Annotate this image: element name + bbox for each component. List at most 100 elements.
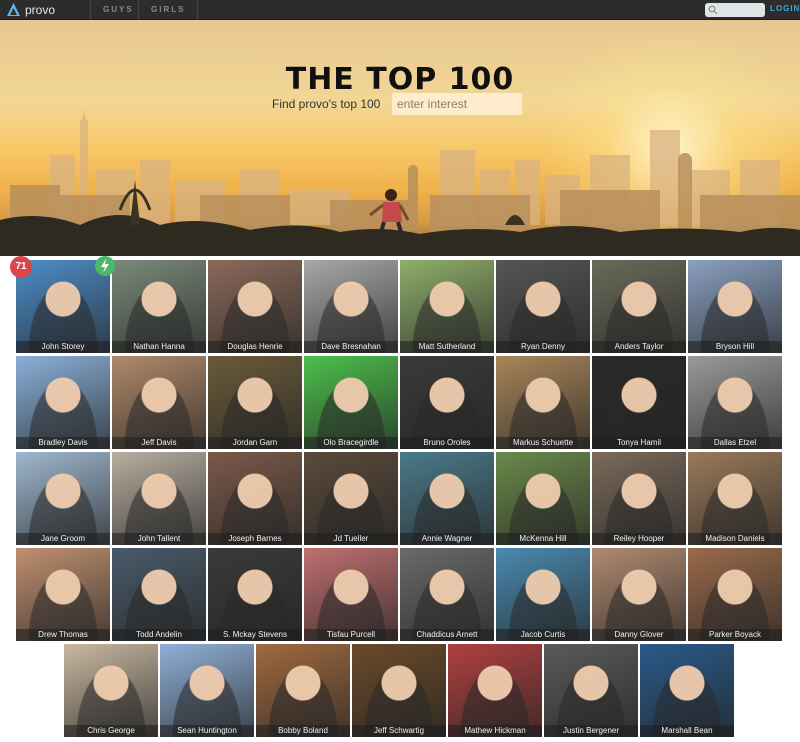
profile-name: Justin Bergener — [544, 725, 638, 737]
rank-badge: 71 — [10, 256, 32, 278]
profile-photo — [400, 356, 494, 449]
profile-tile[interactable]: Ryan Denny — [496, 260, 590, 353]
profile-tile[interactable]: Douglas Henrie — [208, 260, 302, 353]
profile-tile[interactable]: Jane Groom — [16, 452, 110, 545]
profile-tile[interactable]: Markus Schuette — [496, 356, 590, 449]
profile-tile[interactable]: Reiley Hooper — [592, 452, 686, 545]
profile-tile[interactable]: Nathan Hanna — [112, 260, 206, 353]
profile-photo — [688, 548, 782, 641]
profile-tile[interactable]: Justin Bergener — [544, 644, 638, 737]
profile-tile[interactable]: Jd Tueller — [304, 452, 398, 545]
profile-photo — [256, 644, 350, 737]
profile-photo — [400, 548, 494, 641]
profile-tile[interactable]: Bryson Hill — [688, 260, 782, 353]
profile-tile[interactable]: Drew Thomas — [16, 548, 110, 641]
profile-photo — [208, 548, 302, 641]
profile-name: Nathan Hanna — [112, 341, 206, 353]
profile-name: Jane Groom — [16, 533, 110, 545]
profile-tile[interactable]: Todd Andelin — [112, 548, 206, 641]
profile-name: Madison Daniels — [688, 533, 782, 545]
profile-photo — [16, 452, 110, 545]
profile-photo — [592, 356, 686, 449]
profile-photo — [352, 644, 446, 737]
profile-name: Drew Thomas — [16, 629, 110, 641]
profile-tile[interactable]: Parker Boyack — [688, 548, 782, 641]
profile-tile[interactable]: Tonya Hamil — [592, 356, 686, 449]
profile-name: Mathew Hickman — [448, 725, 542, 737]
lightning-icon — [101, 259, 109, 273]
profile-name: Tisfau Purcell — [304, 629, 398, 641]
profile-tile[interactable]: Chris George — [64, 644, 158, 737]
profile-name: Jd Tueller — [304, 533, 398, 545]
profile-name: Bradley Davis — [16, 437, 110, 449]
profile-tile[interactable]: Jeff Davis — [112, 356, 206, 449]
lightning-badge — [95, 256, 115, 276]
profile-name: Chaddicus Arnett — [400, 629, 494, 641]
profile-photo — [112, 452, 206, 545]
profile-name: Parker Boyack — [688, 629, 782, 641]
profile-photo — [160, 644, 254, 737]
profile-name: Danny Glover — [592, 629, 686, 641]
profile-tile[interactable]: Tisfau Purcell — [304, 548, 398, 641]
profile-tile[interactable]: Jordan Garn — [208, 356, 302, 449]
profile-tile[interactable]: Joseph Barnes — [208, 452, 302, 545]
profile-tile[interactable]: Anders Taylor — [592, 260, 686, 353]
profile-name: Marshall Bean — [640, 725, 734, 737]
profile-tile[interactable]: Dallas Etzel — [688, 356, 782, 449]
profile-photo — [304, 356, 398, 449]
profile-photo — [496, 260, 590, 353]
profile-name: Dallas Etzel — [688, 437, 782, 449]
profile-name: Bobby Boland — [256, 725, 350, 737]
profile-photo — [496, 356, 590, 449]
profile-name: John Storey — [16, 341, 110, 353]
profile-photo — [592, 548, 686, 641]
profile-name: Tonya Hamil — [592, 437, 686, 449]
profile-name: Chris George — [64, 725, 158, 737]
profile-name: McKenna Hill — [496, 533, 590, 545]
profile-photo — [112, 548, 206, 641]
profile-photo — [496, 548, 590, 641]
profile-photo — [448, 644, 542, 737]
profile-name: Annie Wagner — [400, 533, 494, 545]
profile-tile[interactable]: Madison Daniels — [688, 452, 782, 545]
profile-photo — [304, 452, 398, 545]
profile-tile[interactable]: Bobby Boland — [256, 644, 350, 737]
profile-name: Jordan Garn — [208, 437, 302, 449]
profile-name: Anders Taylor — [592, 341, 686, 353]
profile-photo — [400, 452, 494, 545]
profile-photo — [592, 260, 686, 353]
profile-tile[interactable]: Chaddicus Arnett — [400, 548, 494, 641]
profile-tile[interactable]: Mathew Hickman — [448, 644, 542, 737]
profile-photo — [688, 452, 782, 545]
profile-tile[interactable]: Jacob Curtis — [496, 548, 590, 641]
profile-tile[interactable]: Matt Sutherland — [400, 260, 494, 353]
profile-tile[interactable]: McKenna Hill — [496, 452, 590, 545]
profile-tile[interactable]: Olo Bracegirdle — [304, 356, 398, 449]
profile-tile[interactable]: John Tallent — [112, 452, 206, 545]
profile-name: Olo Bracegirdle — [304, 437, 398, 449]
profile-tile[interactable]: Bruno Oroles — [400, 356, 494, 449]
profile-tile[interactable]: Sean Huntington — [160, 644, 254, 737]
profile-photo — [208, 260, 302, 353]
profile-name: Joseph Barnes — [208, 533, 302, 545]
profile-photo — [304, 548, 398, 641]
profile-photo — [304, 260, 398, 353]
profile-name: Jeff Davis — [112, 437, 206, 449]
profile-tile[interactable]: Jeff Schwartig — [352, 644, 446, 737]
profile-photo — [592, 452, 686, 545]
profile-tile[interactable]: Annie Wagner — [400, 452, 494, 545]
profile-photo — [208, 452, 302, 545]
profile-tile[interactable]: Bradley Davis — [16, 356, 110, 449]
profile-name: Matt Sutherland — [400, 341, 494, 353]
profile-name: John Tallent — [112, 533, 206, 545]
profile-photo — [400, 260, 494, 353]
profile-tile[interactable]: Marshall Bean — [640, 644, 734, 737]
profile-tile[interactable]: Danny Glover — [592, 548, 686, 641]
profile-tile[interactable]: Dave Bresnahan — [304, 260, 398, 353]
profile-name: Dave Bresnahan — [304, 341, 398, 353]
profile-photo — [16, 356, 110, 449]
profile-name: Jeff Schwartig — [352, 725, 446, 737]
profile-photo — [640, 644, 734, 737]
profile-name: Sean Huntington — [160, 725, 254, 737]
profile-tile[interactable]: S. Mckay Stevens — [208, 548, 302, 641]
